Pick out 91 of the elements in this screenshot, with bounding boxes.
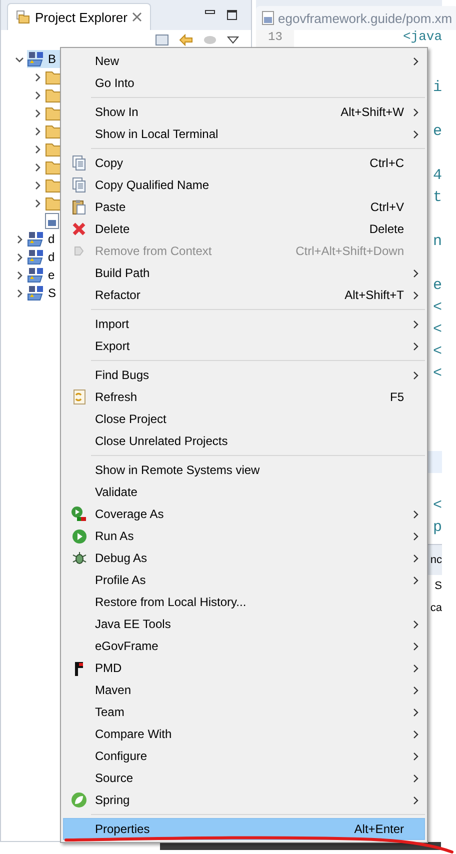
refresh-icon — [72, 389, 86, 405]
tree-item[interactable]: S — [27, 284, 60, 302]
shortcut-label: F5 — [390, 390, 405, 404]
code-text: <java — [402, 29, 442, 44]
menu-item[interactable]: Delete Delete — [63, 218, 425, 240]
flag-icon — [74, 660, 84, 676]
remove-icon — [72, 245, 86, 257]
menu-item[interactable]: Export — [63, 335, 425, 357]
line-number: 13 — [268, 30, 282, 44]
project-icon — [27, 51, 45, 67]
explorer-tab[interactable]: Project Explorer — [7, 3, 152, 30]
code-text: < — [432, 343, 442, 360]
code-text: i — [432, 79, 442, 96]
menu-item[interactable]: Copy Ctrl+C — [63, 152, 425, 174]
tree-item[interactable]: d — [27, 248, 59, 266]
tree-item[interactable]: e — [27, 266, 59, 284]
clipboard-icon — [72, 199, 86, 215]
menu-item[interactable]: Java EE Tools — [63, 613, 425, 635]
tree-item[interactable]: d — [27, 230, 59, 248]
maximize-icon[interactable] — [227, 10, 237, 20]
shortcut-label: Alt+Shift+W — [340, 105, 405, 119]
file-icon — [262, 11, 274, 25]
menu-item[interactable]: Validate — [63, 481, 425, 503]
menu-item[interactable]: Close Unrelated Projects — [63, 430, 425, 452]
menu-item[interactable]: Profile As — [63, 569, 425, 591]
menu-item[interactable]: Properties Alt+Enter — [63, 818, 425, 840]
menu-item[interactable]: Coverage As — [63, 503, 425, 525]
code-text: e — [432, 123, 442, 140]
menu-item[interactable]: Refactor Alt+Shift+T — [63, 284, 425, 306]
coverage-icon — [71, 506, 87, 522]
menu-item[interactable]: Refresh F5 — [63, 386, 425, 408]
shortcut-label: Ctrl+C — [370, 156, 405, 170]
view-menu-icon[interactable] — [227, 36, 239, 44]
menu-item[interactable]: Source — [63, 767, 425, 789]
tab-title: egovframework.guide/pom.xm — [278, 10, 452, 26]
menu-item[interactable]: Build Path — [63, 262, 425, 284]
project-icon — [27, 249, 45, 265]
menu-item[interactable]: Go Into — [63, 72, 425, 94]
code-text: < — [432, 299, 442, 316]
menu-item[interactable]: Debug As — [63, 547, 425, 569]
shortcut-label: Ctrl+V — [370, 200, 405, 214]
menu-item[interactable]: Close Project — [63, 408, 425, 430]
menu-item[interactable]: New — [63, 50, 425, 72]
tab-title: Project Explorer — [35, 10, 128, 24]
code-text: e — [432, 277, 442, 294]
menu-item[interactable]: Find Bugs — [63, 364, 425, 386]
run-icon — [72, 528, 86, 544]
code-text: < — [432, 321, 442, 338]
panel-text: ca — [430, 602, 442, 614]
close-icon[interactable] — [132, 12, 142, 22]
menu-item[interactable]: Configure — [63, 745, 425, 767]
code-text: t — [432, 189, 442, 206]
file-icon — [45, 213, 59, 229]
menu-item[interactable]: Maven — [63, 679, 425, 701]
project-icon — [27, 231, 45, 247]
menu-item[interactable]: Team — [63, 701, 425, 723]
code-text: 4 — [432, 167, 442, 184]
collapse-all-icon[interactable] — [155, 34, 169, 46]
panel-text: S — [434, 580, 442, 592]
menu-item[interactable]: Show in Local Terminal — [63, 123, 425, 145]
shortcut-label: Ctrl+Alt+Shift+Down — [296, 244, 405, 258]
code-text: < — [432, 365, 442, 382]
menu-item[interactable]: Import — [63, 313, 425, 335]
delete-icon — [72, 222, 86, 236]
shortcut-label: Delete — [369, 222, 405, 236]
menu-item[interactable]: Copy Qualified Name — [63, 174, 425, 196]
project-icon — [27, 267, 45, 283]
copy-icon — [72, 155, 86, 171]
project-icon — [27, 285, 45, 301]
menu-item[interactable]: Show In Alt+Shift+W — [63, 101, 425, 123]
shortcut-label: Alt+Enter — [354, 822, 405, 836]
copy-icon — [72, 177, 86, 193]
tree-item[interactable]: B — [27, 50, 60, 68]
menu-item[interactable]: Show in Remote Systems view — [63, 459, 425, 481]
bug-icon — [72, 550, 86, 566]
menu-item[interactable]: Paste Ctrl+V — [63, 196, 425, 218]
menu-item[interactable]: Run As — [63, 525, 425, 547]
minimize-icon[interactable] — [205, 10, 215, 14]
panel-tab[interactable]: nc — [430, 554, 442, 566]
link-icon[interactable] — [179, 34, 193, 46]
menu-item[interactable]: PMD — [63, 657, 425, 679]
code-text: p — [432, 519, 442, 536]
folder-icon — [16, 10, 30, 24]
menu-item[interactable]: Compare With — [63, 723, 425, 745]
menu-item[interactable]: eGovFrame — [63, 635, 425, 657]
code-text: n — [432, 233, 442, 250]
menu-item[interactable]: Spring — [63, 789, 425, 811]
menu-item[interactable]: Restore from Local History... — [63, 591, 425, 613]
leaf-icon — [71, 792, 87, 808]
shortcut-label: Alt+Shift+T — [344, 288, 405, 302]
code-text: < — [432, 497, 442, 514]
